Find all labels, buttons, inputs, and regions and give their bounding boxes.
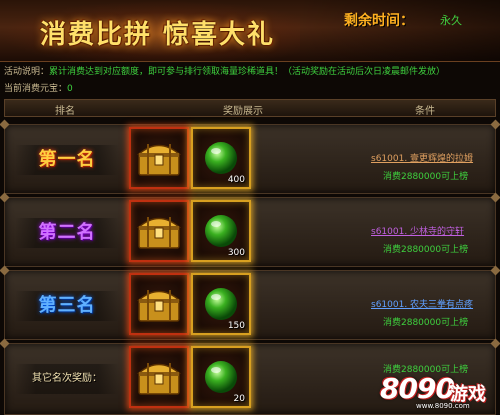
green-orb-icon xyxy=(205,142,237,174)
condition-requirement: 消费2880000可上榜 xyxy=(383,245,469,255)
event-description-label: 活动说明： xyxy=(4,67,50,77)
current-spending: 当前消费元宝：0 xyxy=(4,81,73,94)
current-spending-label: 当前消费元宝： xyxy=(4,84,68,94)
reward-slot-orb[interactable]: 300 xyxy=(191,200,251,262)
rank-label: 第三名 xyxy=(15,291,119,321)
orb-quantity: 20 xyxy=(233,394,245,404)
green-orb-icon xyxy=(205,361,237,393)
treasure-chest-icon xyxy=(136,217,182,249)
watermark-number: 8090 xyxy=(380,372,455,405)
watermark-url: www.8090.com xyxy=(416,402,470,410)
treasure-chest-icon xyxy=(136,144,182,176)
orb-quantity: 300 xyxy=(227,248,245,258)
reward-slot-orb[interactable]: 400 xyxy=(191,127,251,189)
banner-title: 消费比拼 惊喜大礼 xyxy=(40,20,276,50)
rank-label: 其它名次奖励： xyxy=(15,364,119,394)
event-banner: 消费比拼 惊喜大礼 剩余时间： 永久 xyxy=(0,0,500,62)
header-rank: 排名 xyxy=(55,106,75,117)
site-watermark-logo: 8090 游戏 www.8090.com xyxy=(380,372,498,412)
reward-slot-chest[interactable] xyxy=(129,346,189,408)
reward-slot-orb[interactable]: 150 xyxy=(191,273,251,335)
green-orb-icon xyxy=(205,215,237,247)
event-description-text: 累计消费达到对应额度，即可参与排行领取海量珍稀道具！（活动奖励在活动后次日凌晨邮… xyxy=(49,67,446,77)
green-orb-icon xyxy=(205,288,237,320)
event-description: 活动说明：累计消费达到对应额度，即可参与排行领取海量珍稀道具！（活动奖励在活动后… xyxy=(4,64,498,77)
current-spending-value: 0 xyxy=(67,84,73,94)
rank-row-3: 第三名 150 s61001. 农夫三拳有点疼 消费2880000可上榜 xyxy=(4,270,496,340)
orb-quantity: 150 xyxy=(227,321,245,331)
leader-entry-link[interactable]: s61001. 农夫三拳有点疼 xyxy=(371,297,473,310)
condition-requirement: 消费2880000可上榜 xyxy=(383,172,469,182)
rank-label: 第二名 xyxy=(15,218,119,248)
treasure-chest-icon xyxy=(136,363,182,395)
rank-row-1: 第一名 400 s61001. 壹更辉煌的拉姆 消费2880000可上榜 xyxy=(4,124,496,194)
reward-slot-chest[interactable] xyxy=(129,200,189,262)
remaining-time-label: 剩余时间： xyxy=(344,13,414,29)
leader-entry-link[interactable]: s61001. 壹更辉煌的拉姆 xyxy=(371,151,473,164)
leader-entry-link[interactable]: s61001. 少林寺的守轩 xyxy=(371,224,464,237)
ranking-table-header: 排名 奖励展示 条件 xyxy=(4,99,496,117)
rank-row-2: 第二名 300 s61001. 少林寺的守轩 消费2880000可上榜 xyxy=(4,197,496,267)
reward-slot-chest[interactable] xyxy=(129,127,189,189)
orb-quantity: 400 xyxy=(227,175,245,185)
reward-slot-chest[interactable] xyxy=(129,273,189,335)
header-rewards: 奖励展示 xyxy=(223,106,263,117)
condition-requirement: 消费2880000可上榜 xyxy=(383,318,469,328)
treasure-chest-icon xyxy=(136,290,182,322)
reward-slot-orb[interactable]: 20 xyxy=(191,346,251,408)
header-condition: 条件 xyxy=(415,106,435,117)
remaining-time-value: 永久 xyxy=(440,14,462,27)
rank-label: 第一名 xyxy=(15,145,119,175)
